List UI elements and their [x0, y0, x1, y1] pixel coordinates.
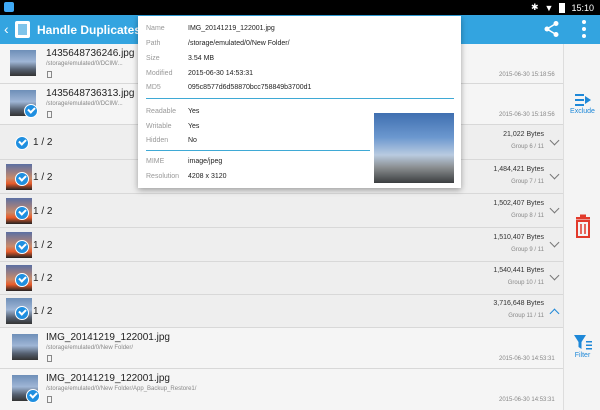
group-row[interactable]: 1 / 2 1,540,441 Bytes Group 10 / 11 — [0, 262, 563, 295]
action-sidebar: Exclude Filter — [563, 44, 600, 410]
file-date: 2015-06-30 14:53:31 — [499, 356, 555, 362]
writable-value: Yes — [188, 123, 200, 130]
checked-icon[interactable] — [24, 104, 38, 118]
group-size: 1,510,407 Bytes — [493, 234, 544, 241]
group-row[interactable]: 1 / 2 1,510,407 Bytes Group 9 / 11 — [0, 228, 563, 262]
status-bar: ✱ ▼ 15:10 — [0, 0, 600, 15]
chevron-up-icon[interactable] — [549, 308, 560, 319]
file-small-icon — [47, 396, 52, 403]
hidden-value: No — [188, 137, 197, 144]
file-name: 1435648736313.jpg — [46, 88, 135, 99]
resolution-label: Resolution — [146, 173, 180, 180]
mime-value: image/jpeg — [188, 158, 223, 165]
bluetooth-icon: ✱ — [531, 2, 539, 12]
chevron-down-icon[interactable] — [549, 169, 560, 180]
filter-label: Filter — [574, 352, 591, 359]
size-label: Size — [146, 55, 160, 62]
file-thumbnail — [12, 334, 38, 360]
overflow-menu-button[interactable] — [581, 20, 587, 38]
battery-icon — [559, 2, 566, 13]
chevron-down-icon[interactable] — [549, 237, 560, 248]
file-path: /storage/emulated/0/New Folder/App_Backu… — [46, 386, 197, 392]
group-count: 1 / 2 — [33, 273, 53, 284]
md5-value: 095c8577d6d58870bcc758849b3700d1 — [188, 84, 312, 91]
divider — [146, 150, 370, 151]
group-count: 1 / 2 — [33, 240, 53, 251]
share-icon[interactable] — [543, 20, 561, 38]
group-label: Group 10 / 11 — [507, 280, 544, 286]
checked-icon[interactable] — [15, 273, 29, 287]
group-label: Group 8 / 11 — [511, 213, 544, 219]
resolution-value: 4208 x 3120 — [188, 173, 227, 180]
group-size: 1,502,407 Bytes — [493, 200, 544, 207]
checked-icon[interactable] — [15, 136, 29, 150]
file-date: 2015-06-30 15:18:56 — [499, 72, 555, 78]
path-value: /storage/emulated/0/New Folder/ — [188, 40, 290, 47]
mime-label: MIME — [146, 158, 165, 165]
chevron-down-icon[interactable] — [549, 135, 560, 146]
name-value: IMG_20141219_122001.jpg — [188, 25, 275, 32]
divider — [146, 98, 454, 99]
signal-icon: ▼ — [544, 2, 554, 13]
file-details-popup: Name IMG_20141219_122001.jpg Path /stora… — [138, 16, 461, 188]
exclude-icon — [574, 94, 591, 106]
list-item[interactable]: IMG_20141219_122001.jpg /storage/emulate… — [0, 369, 563, 410]
path-label: Path — [146, 40, 161, 47]
group-size: 3,716,648 Bytes — [493, 300, 544, 307]
trash-icon — [575, 214, 590, 238]
image-preview[interactable] — [374, 113, 454, 183]
checked-icon[interactable] — [15, 172, 29, 186]
checked-icon[interactable] — [15, 206, 29, 220]
app-icon[interactable] — [15, 21, 30, 38]
group-row[interactable]: 1 / 2 3,716,648 Bytes Group 11 / 11 — [0, 295, 563, 328]
file-small-icon — [47, 355, 52, 362]
chevron-down-icon[interactable] — [549, 203, 560, 214]
size-value: 3.54 MB — [188, 55, 215, 62]
file-path: /storage/emulated/0/New Folder/ — [46, 345, 134, 351]
group-count: 1 / 2 — [33, 172, 53, 183]
group-label: Group 11 / 11 — [508, 313, 544, 319]
chevron-down-icon[interactable] — [549, 270, 560, 281]
file-thumbnail — [10, 50, 36, 76]
file-name: IMG_20141219_122001.jpg — [46, 332, 170, 343]
clock: 15:10 — [571, 2, 594, 13]
exclude-button[interactable]: Exclude — [564, 92, 600, 115]
modified-value: 2015-06-30 14:53:31 — [188, 70, 253, 77]
checked-icon[interactable] — [26, 389, 40, 403]
page-title: Handle Duplicates — [37, 23, 142, 37]
file-small-icon — [47, 111, 52, 118]
name-label: Name — [146, 25, 165, 32]
group-count: 1 / 2 — [33, 306, 53, 317]
file-date: 2015-06-30 14:53:31 — [499, 397, 555, 403]
file-path: /storage/emulated/0/DCIM/... — [46, 61, 123, 67]
checked-icon[interactable] — [15, 240, 29, 254]
delete-button[interactable] — [564, 214, 600, 238]
group-size: 1,540,441 Bytes — [493, 267, 544, 274]
writable-label: Writable — [146, 123, 172, 130]
checked-icon[interactable] — [15, 306, 29, 320]
filter-button[interactable]: Filter — [564, 334, 600, 359]
back-icon[interactable]: ‹ — [4, 21, 9, 37]
group-count: 1 / 2 — [33, 137, 53, 148]
group-count: 1 / 2 — [33, 206, 53, 217]
group-row[interactable]: 1 / 2 1,502,407 Bytes Group 8 / 11 — [0, 194, 563, 228]
readable-value: Yes — [188, 108, 200, 115]
notification-app-icon — [4, 2, 14, 12]
file-date: 2015-06-30 15:18:56 — [499, 112, 555, 118]
md5-label: MD5 — [146, 84, 161, 91]
file-name: IMG_20141219_122001.jpg — [46, 373, 170, 384]
file-small-icon — [47, 71, 52, 78]
modified-label: Modified — [146, 70, 173, 77]
hidden-label: Hidden — [146, 137, 169, 144]
file-path: /storage/emulated/0/DCIM/... — [46, 101, 123, 107]
readable-label: Readable — [146, 108, 176, 115]
file-name: 1435648736246.jpg — [46, 48, 135, 59]
filter-icon — [573, 335, 592, 350]
exclude-label: Exclude — [570, 108, 595, 115]
list-item[interactable]: IMG_20141219_122001.jpg /storage/emulate… — [0, 328, 563, 369]
group-label: Group 9 / 11 — [511, 247, 544, 253]
